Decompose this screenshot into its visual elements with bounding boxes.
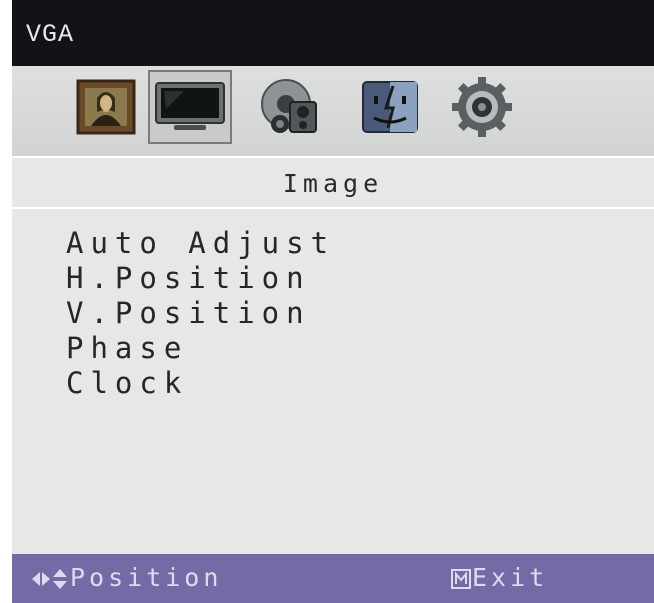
menu-key-icon [451,569,471,589]
menu-item-h-position[interactable]: H.Position [66,261,335,296]
title-bar: VGA [12,0,654,66]
audio-icon[interactable] [248,70,332,144]
position-hint-label: Position [70,563,223,592]
arrow-keys-icon [32,569,67,589]
exit-hint: Exit [450,563,548,592]
menu-item-auto-adjust[interactable]: Auto Adjust [66,226,335,261]
image-monitor-icon[interactable] [148,70,232,144]
menu-item-clock[interactable]: Clock [66,366,335,401]
menu-item-phase[interactable]: Phase [66,331,335,366]
exit-hint-label: Exit [472,563,549,592]
section-title: Image [282,169,384,198]
setup-gear-icon[interactable] [440,70,524,144]
source-label: VGA [26,20,75,49]
menu-icon-bar [12,66,654,156]
divider [12,207,654,209]
mac-face-icon[interactable] [348,70,432,144]
menu-item-v-position[interactable]: V.Position [66,296,335,331]
picture-icon[interactable] [64,70,148,144]
footer-hint-bar: Position Exit [12,554,654,603]
position-hint: Position [30,563,222,592]
image-menu-list: Auto Adjust H.Position V.Position Phase … [66,226,335,401]
osd-menu: VGA Image Auto Adjust H.Position V.Posit… [12,0,654,603]
